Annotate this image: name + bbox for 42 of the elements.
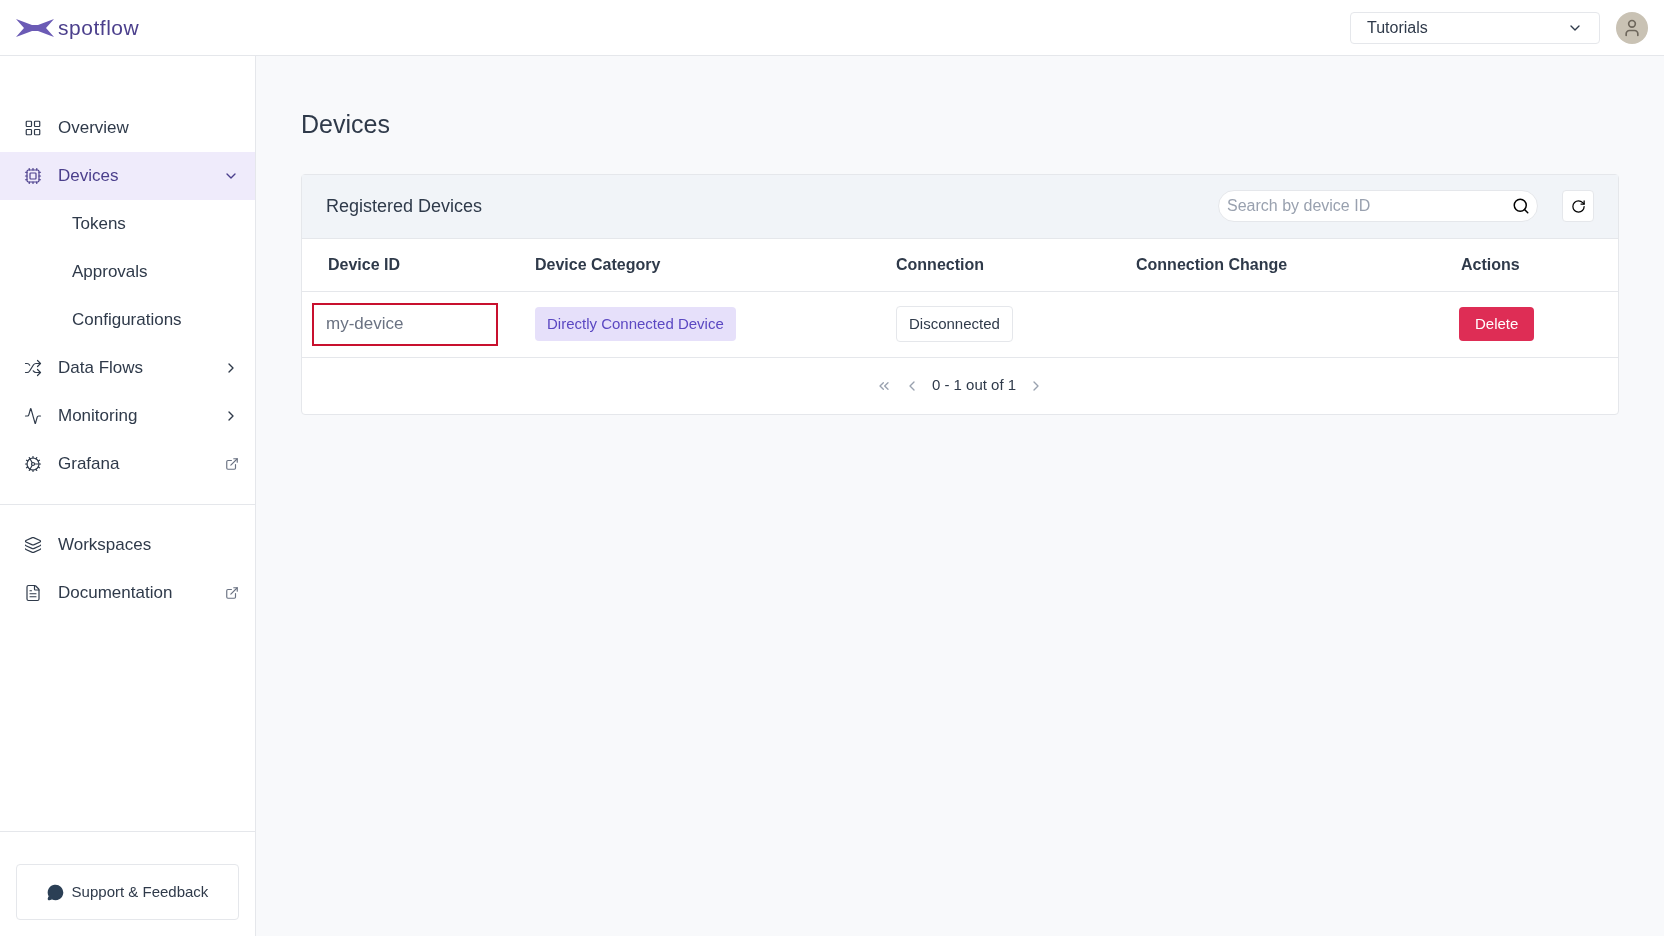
nav-item[interactable]: Monitoring xyxy=(0,392,255,440)
external-link-icon xyxy=(225,457,239,471)
category-tag: Directly Connected Device xyxy=(535,306,736,342)
workspace-select[interactable]: Tutorials xyxy=(1350,11,1600,44)
search-field[interactable]: Search by device ID xyxy=(1218,190,1538,222)
nav-item[interactable]: Overview xyxy=(0,104,255,152)
chip-icon xyxy=(24,167,42,185)
nav-item[interactable]: Workspaces xyxy=(0,521,255,569)
external-link-icon xyxy=(225,586,239,600)
nav-item[interactable]: Grafana xyxy=(0,440,255,488)
grid-icon xyxy=(24,119,42,137)
search-icon xyxy=(1512,197,1530,215)
card-title: Registered Devices xyxy=(326,194,484,218)
nav-subitem[interactable]: Tokens xyxy=(0,200,255,248)
nav-item[interactable]: Devices xyxy=(0,152,255,200)
nav-item[interactable]: Data Flows xyxy=(0,344,255,392)
shuffle-icon xyxy=(24,359,42,377)
pulse-icon xyxy=(24,407,42,425)
nav-item[interactable]: Documentation xyxy=(0,569,255,617)
brand-name: spotflow xyxy=(58,14,140,41)
nav-subitem[interactable]: Configurations xyxy=(0,296,255,344)
column-header: Connection Change xyxy=(1136,254,1289,275)
refresh-button[interactable] xyxy=(1562,190,1594,222)
avatar[interactable] xyxy=(1616,11,1648,44)
nav-subitem[interactable]: Approvals xyxy=(0,248,255,296)
logo-icon xyxy=(16,16,54,39)
user-icon xyxy=(1622,17,1642,38)
column-header: Device ID xyxy=(327,254,402,275)
document-icon xyxy=(24,584,42,602)
column-header: Device Category xyxy=(535,254,662,275)
support-feedback-button[interactable]: Support & Feedback xyxy=(16,864,239,920)
connection-status-tag: Disconnected xyxy=(896,305,1013,343)
layers-icon xyxy=(24,536,42,554)
column-header: Actions xyxy=(1461,254,1521,275)
page-title: Devices xyxy=(301,109,391,140)
refresh-icon xyxy=(1570,198,1586,214)
delete-button[interactable]: Delete xyxy=(1459,306,1535,342)
pagination-text: 0 - 1 out of 1 xyxy=(931,375,1017,396)
device-id-cell: my-device xyxy=(312,302,498,346)
gear-icon xyxy=(24,455,42,473)
column-header: Connection xyxy=(896,254,985,275)
chat-bubble-icon xyxy=(46,883,64,901)
